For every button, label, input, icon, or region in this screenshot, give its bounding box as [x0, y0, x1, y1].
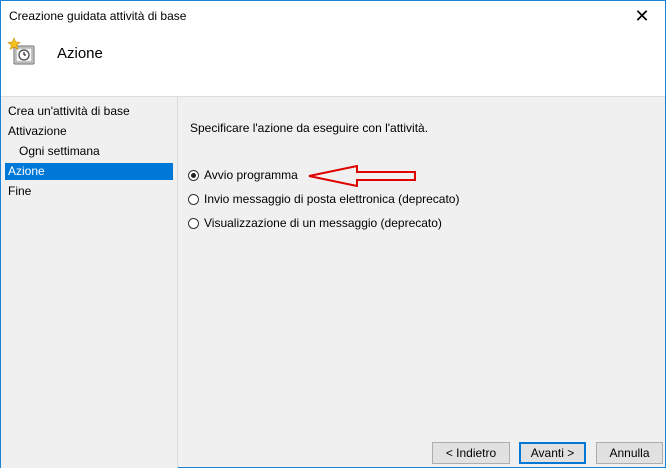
wizard-content: Specificare l'azione da eseguire con l'a…: [178, 97, 665, 427]
option-send-email[interactable]: Invio messaggio di posta elettronica (de…: [188, 191, 459, 207]
window-title: Creazione guidata attività di base: [9, 9, 187, 23]
option-start-program-label[interactable]: Avvio programma: [204, 168, 298, 182]
title-bar: Creazione guidata attività di base ✕: [1, 1, 665, 31]
wizard-steps: Crea un'attività di base Attivazione Ogn…: [1, 97, 178, 468]
step-finish[interactable]: Fine: [5, 183, 173, 200]
wizard-window: Creazione guidata attività di base ✕ Azi…: [0, 0, 666, 468]
cancel-button[interactable]: Annulla: [596, 442, 663, 464]
step-action[interactable]: Azione: [5, 163, 173, 180]
wizard-header: Azione: [1, 31, 665, 97]
next-button[interactable]: Avanti >: [519, 442, 586, 464]
step-weekly[interactable]: Ogni settimana: [5, 143, 173, 160]
step-create-basic-task[interactable]: Crea un'attività di base: [5, 103, 173, 120]
step-trigger[interactable]: Attivazione: [5, 123, 173, 140]
close-icon[interactable]: ✕: [619, 1, 665, 31]
task-scheduler-icon: [7, 37, 35, 65]
back-button[interactable]: < Indietro: [432, 442, 510, 464]
red-arrow-annotation: [308, 165, 416, 187]
option-start-program[interactable]: Avvio programma: [188, 167, 298, 183]
radio-start-program[interactable]: [188, 169, 199, 181]
option-display-message[interactable]: Visualizzazione di un messaggio (depreca…: [188, 215, 442, 231]
radio-display-message[interactable]: [188, 217, 199, 229]
option-display-message-label[interactable]: Visualizzazione di un messaggio (depreca…: [204, 216, 442, 230]
page-title: Azione: [57, 45, 103, 62]
instruction-text: Specificare l'azione da eseguire con l'a…: [190, 121, 429, 135]
option-send-email-label[interactable]: Invio messaggio di posta elettronica (de…: [204, 192, 459, 206]
radio-send-email[interactable]: [188, 193, 199, 205]
